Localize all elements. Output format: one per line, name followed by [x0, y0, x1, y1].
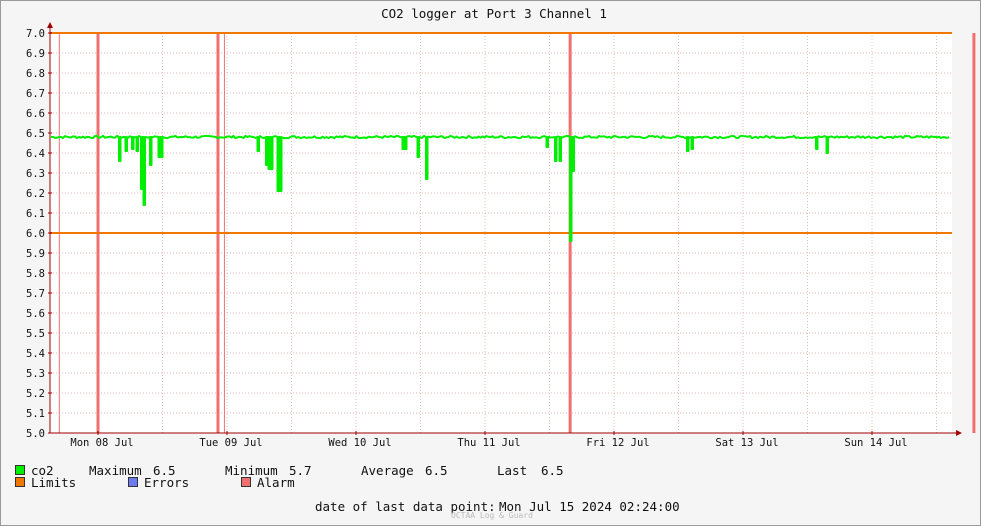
y-tick-label: 5.1: [26, 408, 45, 420]
x-tick-label: Sat 13 Jul: [715, 437, 778, 449]
y-tick-label: 6.3: [26, 168, 45, 180]
legend-average-value: 6.5: [425, 462, 448, 478]
y-tick-label: 6.0: [26, 228, 45, 240]
y-axis-arrow: [47, 22, 53, 28]
y-tick-label: 5.3: [26, 368, 45, 380]
legend-errors-label: Errors: [144, 474, 190, 490]
y-tick-label: 6.8: [26, 68, 45, 80]
y-tick-label: 5.7: [26, 288, 45, 300]
y-tick-label: 6.5: [26, 128, 45, 140]
y-tick-label: 6.4: [26, 148, 45, 160]
legend-last-value: 6.5: [541, 462, 564, 478]
chart-canvas: CO2 logger at Port 3 Channel 1 5.0 5.1 5.2…: [26, 6, 976, 449]
x-tick-label: Sun 14 Jul: [844, 437, 907, 449]
x-tick-label: Mon 08 Jul: [70, 437, 133, 449]
errors-swatch: [128, 477, 138, 487]
x-axis-arrow: [956, 430, 962, 436]
y-tick-label: 6.9: [26, 48, 45, 60]
y-tick-label: 7.0: [26, 28, 45, 40]
legend-last-label: Last: [497, 462, 528, 478]
x-tick-label: Tue 09 Jul: [199, 437, 262, 449]
watermark: OCTAA Log & Guard: [451, 511, 533, 520]
x-tick-label: Fri 12 Jul: [586, 437, 649, 449]
y-tick-label: 6.1: [26, 208, 45, 220]
y-tick-label: 5.8: [26, 268, 45, 280]
legend-minimum-value: 5.7: [289, 462, 312, 478]
y-tick-label: 6.6: [26, 108, 45, 120]
y-tick-label: 5.9: [26, 248, 45, 260]
limits-swatch: [15, 477, 25, 487]
y-tick-label: 5.0: [26, 428, 45, 440]
y-tick-labels: 5.0 5.1 5.2 5.3 5.4 5.5 5.6 5.7 5.8 5.9 6.0 6.1 6.2 6…: [26, 28, 52, 440]
alarm-swatch: [241, 477, 251, 487]
legend-alarm-label: Alarm: [257, 474, 295, 490]
legend-limits-label: Limits: [31, 474, 77, 490]
co2-swatch: [15, 465, 25, 475]
y-tick-label: 5.5: [26, 328, 45, 340]
x-tick-label: Wed 10 Jul: [328, 437, 391, 449]
x-tick-label: Thu 11 Jul: [457, 437, 520, 449]
y-tick-label: 6.2: [26, 188, 45, 200]
x-tick-labels: Mon 08 Jul Tue 09 Jul Wed 10 Jul Thu 11 Jul…: [70, 431, 908, 449]
legend-average-label: Average: [361, 462, 414, 478]
y-tick-label: 6.7: [26, 88, 45, 100]
alarm-bar: [972, 33, 976, 433]
y-tick-label: 5.4: [26, 348, 45, 360]
y-tick-label: 5.6: [26, 308, 45, 320]
legend-row-limits: Limits Errors Alarm: [15, 474, 295, 490]
chart-title: CO2 logger at Port 3 Channel 1: [381, 6, 607, 21]
y-tick-label: 5.2: [26, 388, 45, 400]
